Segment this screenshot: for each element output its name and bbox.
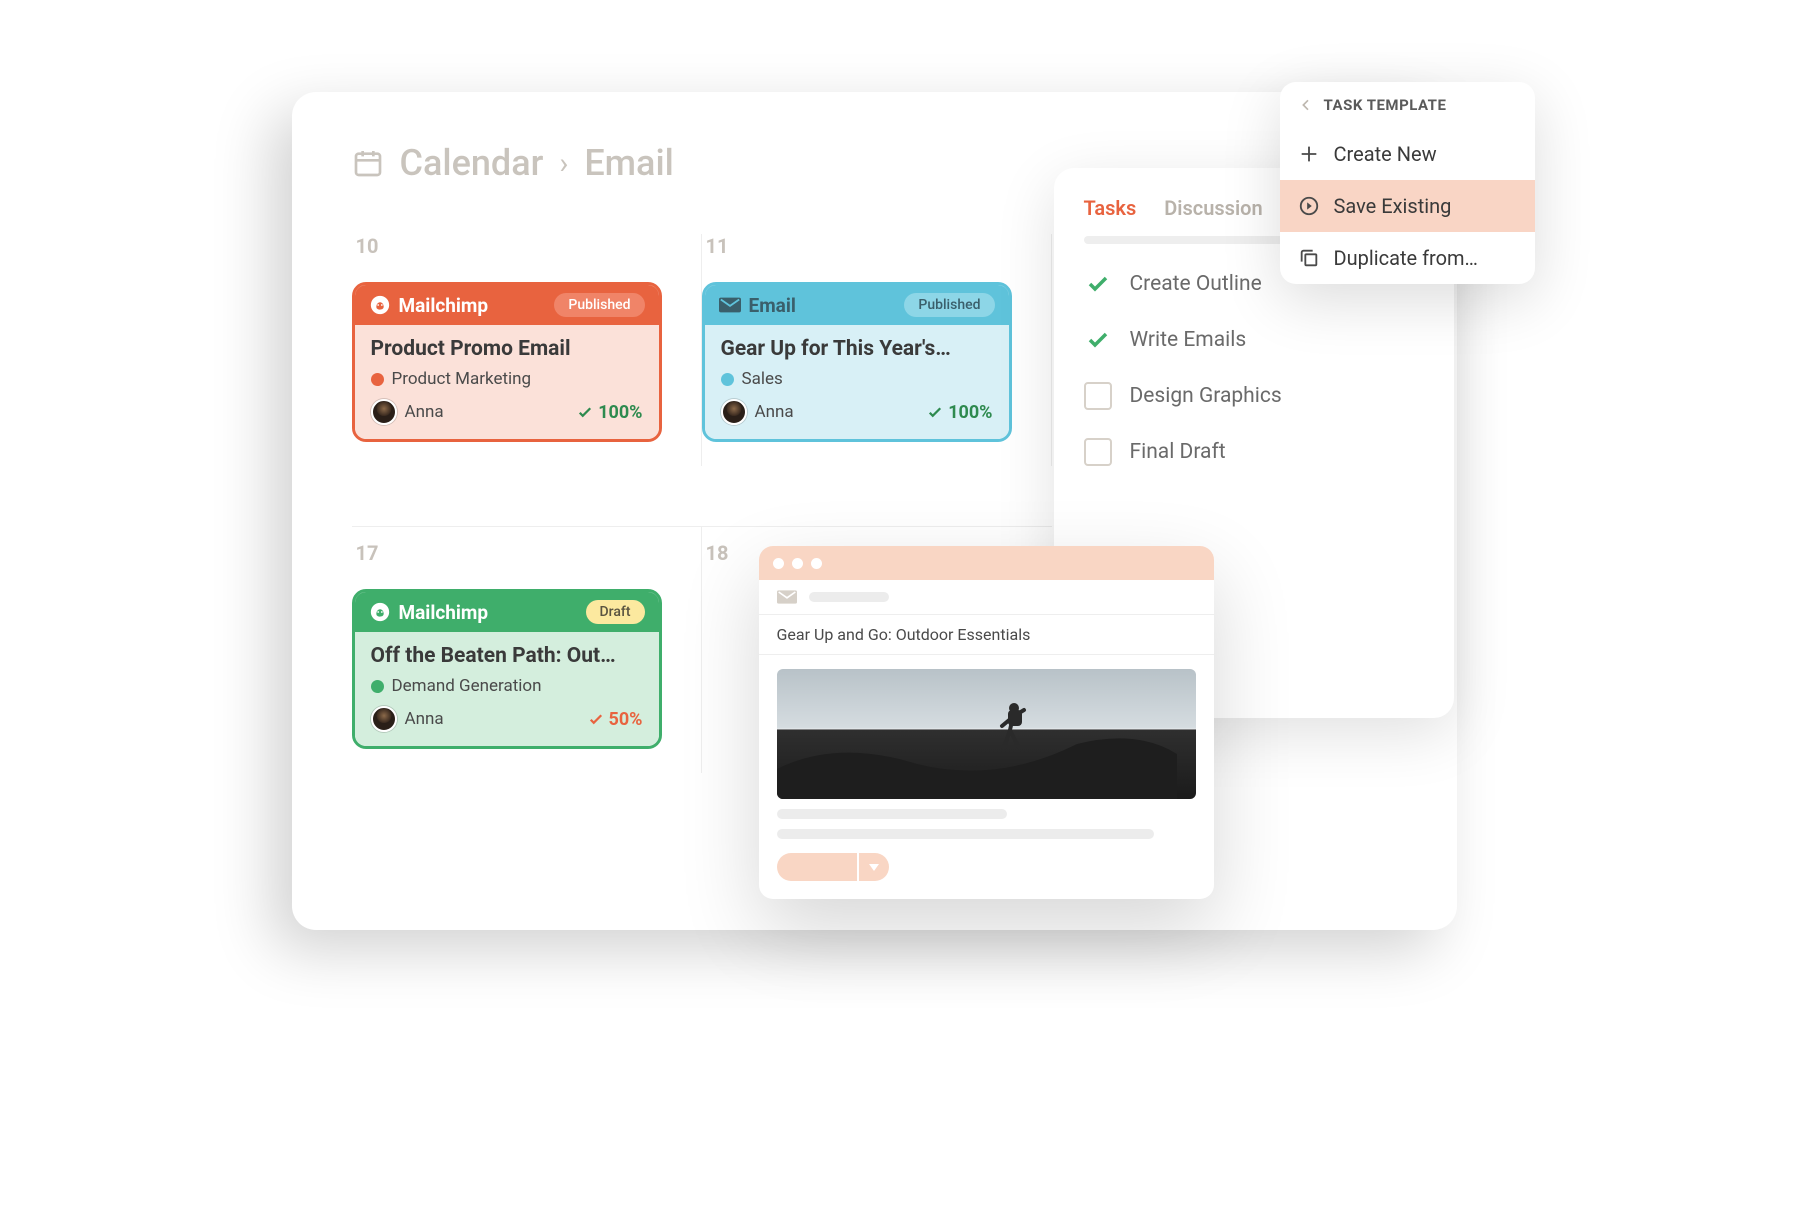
preview-subject: Gear Up and Go: Outdoor Essentials: [759, 615, 1214, 655]
avatar: [721, 399, 747, 425]
window-dot-icon[interactable]: [773, 558, 784, 569]
preview-cta-button[interactable]: [777, 853, 857, 881]
chevron-left-icon: [1298, 97, 1314, 113]
mailchimp-icon: [369, 294, 391, 316]
window-dot-icon[interactable]: [792, 558, 803, 569]
card-title: Off the Beaten Path: Out…: [371, 644, 643, 668]
task-item[interactable]: Design Graphics: [1084, 382, 1424, 410]
tag-dot-icon: [371, 680, 384, 693]
checkbox-unchecked-icon[interactable]: [1084, 382, 1112, 410]
window-dot-icon[interactable]: [811, 558, 822, 569]
task-label: Final Draft: [1130, 440, 1226, 464]
placeholder-bar: [777, 809, 1007, 819]
progress-value: 100%: [598, 402, 642, 423]
duplicate-icon: [1298, 247, 1320, 269]
tag-dot-icon: [371, 373, 384, 386]
card-tag: Demand Generation: [392, 676, 542, 696]
chevron-right-icon: ›: [559, 146, 568, 181]
checkbox-unchecked-icon[interactable]: [1084, 438, 1112, 466]
check-icon: [576, 403, 594, 421]
tag-dot-icon: [721, 373, 734, 386]
menu-item-label: Duplicate from…: [1334, 246, 1478, 270]
card-title: Product Promo Email: [371, 337, 643, 361]
checkbox-checked-icon[interactable]: [1084, 326, 1112, 354]
preview-meta-row: [759, 580, 1214, 615]
preview-cta-dropdown[interactable]: [857, 853, 889, 881]
assignee-name: Anna: [405, 709, 444, 729]
day-column: 17 Mailchimp Draft Off the Beaten Path: …: [352, 526, 702, 773]
placeholder-bar: [809, 592, 889, 602]
progress-value: 50%: [609, 709, 643, 730]
check-icon: [926, 403, 944, 421]
task-card-mailchimp-promo[interactable]: Mailchimp Published Product Promo Email …: [352, 282, 662, 442]
breadcrumb-current[interactable]: Email: [584, 142, 673, 184]
mountain-shape-icon: [777, 729, 1177, 799]
menu-header[interactable]: TASK TEMPLATE: [1280, 82, 1535, 128]
window-titlebar: [759, 546, 1214, 580]
assignee-name: Anna: [755, 402, 794, 422]
day-number: 11: [702, 234, 1051, 274]
task-card-email-gearup[interactable]: Email Published Gear Up for This Year's……: [702, 282, 1012, 442]
day-column: 10 Mailchimp Published Product Promo Ema…: [352, 234, 702, 466]
card-channel: Mailchimp: [399, 601, 489, 624]
email-preview-window: Gear Up and Go: Outdoor Essentials: [759, 546, 1214, 899]
preview-hero-image: [777, 669, 1196, 799]
email-icon: [777, 590, 797, 604]
email-icon: [719, 294, 741, 316]
status-badge: Published: [904, 293, 994, 317]
progress-value: 100%: [948, 402, 992, 423]
tab-discussion[interactable]: Discussion: [1164, 196, 1262, 220]
menu-title: TASK TEMPLATE: [1324, 96, 1447, 114]
tab-tasks[interactable]: Tasks: [1084, 196, 1137, 220]
checkbox-checked-icon[interactable]: [1084, 270, 1112, 298]
menu-item-label: Create New: [1334, 142, 1437, 166]
assignee-name: Anna: [405, 402, 444, 422]
task-item[interactable]: Write Emails: [1084, 326, 1424, 354]
avatar: [371, 706, 397, 732]
climber-figure-icon: [994, 700, 1028, 760]
avatar: [371, 399, 397, 425]
card-title: Gear Up for This Year's…: [721, 337, 993, 361]
card-channel: Mailchimp: [399, 294, 489, 317]
arrow-circle-right-icon: [1298, 195, 1320, 217]
breadcrumb-root[interactable]: Calendar: [400, 142, 544, 184]
check-icon: [587, 710, 605, 728]
calendar-icon: [352, 147, 384, 179]
task-card-mailchimp-offbeaten[interactable]: Mailchimp Draft Off the Beaten Path: Out…: [352, 589, 662, 749]
plus-icon: [1298, 143, 1320, 165]
card-tag: Sales: [742, 369, 783, 389]
placeholder-bar: [777, 829, 1154, 839]
menu-item-label: Save Existing: [1334, 194, 1452, 218]
menu-item-save-existing[interactable]: Save Existing: [1280, 180, 1535, 232]
day-number: 17: [352, 527, 701, 581]
day-column: 11 Email Published Gear Up for This Year…: [702, 234, 1052, 466]
card-tag: Product Marketing: [392, 369, 532, 389]
status-badge: Draft: [586, 600, 645, 624]
task-label: Create Outline: [1130, 272, 1262, 296]
task-template-menu: TASK TEMPLATE Create New Save Existing D…: [1280, 82, 1535, 284]
card-channel: Email: [749, 294, 796, 317]
task-label: Design Graphics: [1130, 384, 1282, 408]
task-label: Write Emails: [1130, 328, 1247, 352]
mailchimp-icon: [369, 601, 391, 623]
menu-item-duplicate-from[interactable]: Duplicate from…: [1280, 232, 1535, 284]
menu-item-create-new[interactable]: Create New: [1280, 128, 1535, 180]
status-badge: Published: [554, 293, 644, 317]
task-item[interactable]: Final Draft: [1084, 438, 1424, 466]
day-number: 10: [352, 234, 701, 274]
